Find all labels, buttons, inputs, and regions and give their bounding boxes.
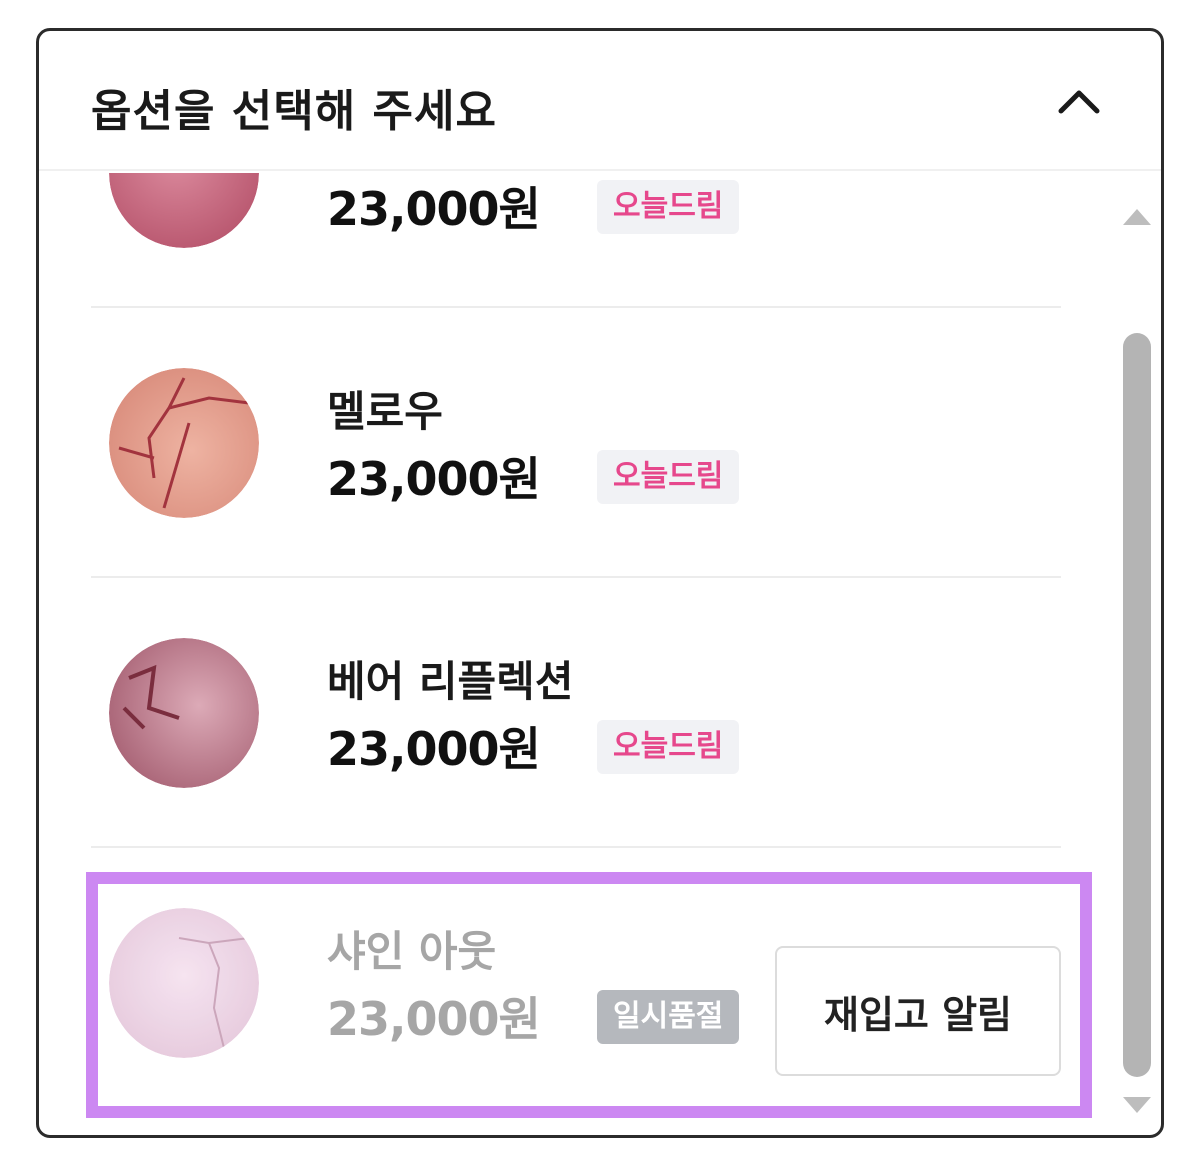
option-price: 23,000원: [327, 992, 541, 1046]
option-price: 23,000원: [327, 722, 541, 776]
option-list: 23,000원 오늘드림 멜로우 23,000원 오늘드림 베어 리플렉션 23…: [39, 173, 1119, 1135]
collapse-button[interactable]: [1049, 71, 1109, 131]
option-name: 샤인 아웃: [327, 927, 497, 976]
triangle-down-icon: [1123, 1097, 1151, 1113]
delivery-badge: 오늘드림: [597, 720, 740, 774]
scroll-up-button[interactable]: [1113, 193, 1161, 233]
scroll-down-button[interactable]: [1113, 1085, 1161, 1125]
option-name: 베어 리플렉션: [327, 657, 574, 706]
option-price: 23,000원: [327, 452, 541, 506]
swatch-thumbnail: [109, 908, 259, 1058]
delivery-badge: 오늘드림: [597, 180, 740, 234]
sold-out-badge: 일시품절: [597, 990, 740, 1044]
swatch-thumbnail: [109, 368, 259, 518]
chevron-up-icon: [1058, 90, 1100, 114]
option-item[interactable]: 멜로우 23,000원 오늘드림: [91, 308, 1061, 578]
option-price: 23,000원: [327, 182, 541, 236]
option-item[interactable]: 베어 리플렉션 23,000원 오늘드림: [91, 578, 1061, 848]
triangle-up-icon: [1123, 209, 1151, 225]
restock-alert-button[interactable]: 재입고 알림: [775, 946, 1061, 1076]
scrollbar[interactable]: [1113, 173, 1161, 1135]
option-item-sold-out: 샤인 아웃 23,000원 일시품절 재입고 알림: [91, 848, 1061, 1118]
dropdown-header[interactable]: 옵션을 선택해 주세요: [39, 31, 1161, 171]
swatch-thumbnail: [109, 638, 259, 788]
option-name: 멜로우: [327, 387, 443, 436]
option-dropdown: 옵션을 선택해 주세요 23,000원 오늘드림 멜로우 23,000원 오늘드…: [36, 28, 1164, 1138]
option-item[interactable]: 23,000원 오늘드림: [91, 173, 1061, 308]
swatch-thumbnail: [109, 173, 259, 248]
scroll-thumb[interactable]: [1123, 333, 1151, 1077]
dropdown-title: 옵션을 선택해 주세요: [91, 86, 497, 137]
delivery-badge: 오늘드림: [597, 450, 740, 504]
scroll-track[interactable]: [1121, 253, 1153, 1083]
